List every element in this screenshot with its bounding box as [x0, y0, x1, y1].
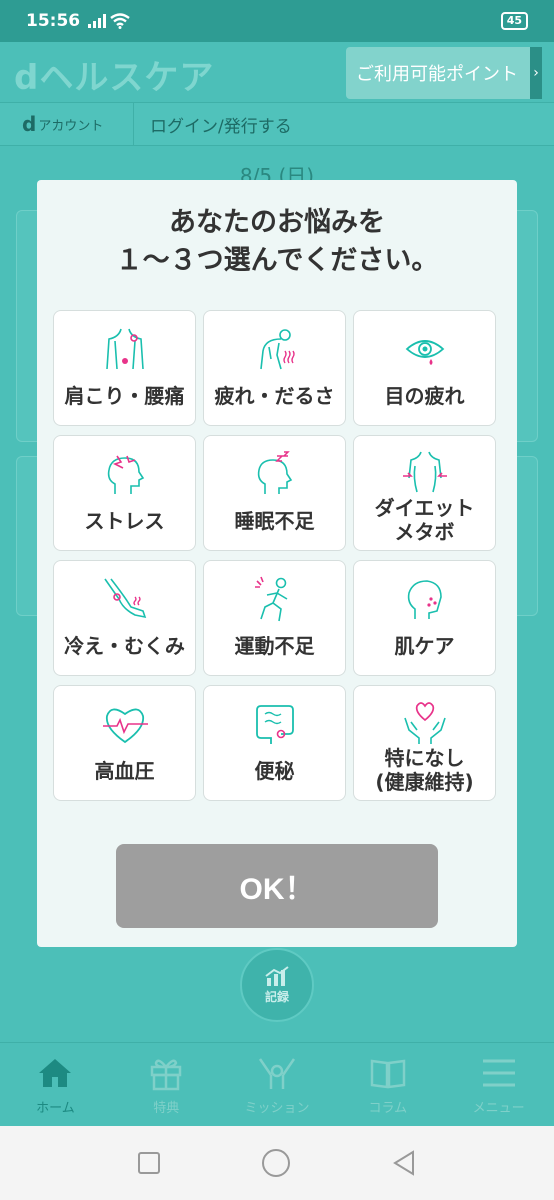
option-label: 肌ケア: [394, 634, 455, 658]
nav-menu-label: メニュー: [472, 1101, 525, 1116]
option-label: 高血圧: [94, 759, 155, 783]
chart-icon: [265, 965, 289, 986]
recents-icon[interactable]: [137, 1151, 161, 1175]
option-none-maintain-health[interactable]: 特になし (健康維持): [353, 685, 496, 801]
option-label: 便秘: [254, 759, 295, 783]
option-label: 特になし (健康維持): [375, 746, 474, 794]
app-header: dヘルスケア ご利用可能ポイント ›: [0, 42, 554, 102]
ok-button[interactable]: OK！: [116, 844, 438, 928]
system-navigation-bar: [0, 1126, 554, 1200]
nav-home[interactable]: ホーム: [0, 1043, 111, 1126]
nav-menu[interactable]: メニュー: [443, 1043, 554, 1126]
account-bar: d アカウント ログイン/発行する: [0, 102, 554, 146]
option-label: 冷え・むくみ: [64, 634, 185, 658]
gift-icon: [150, 1059, 182, 1091]
wifi-icon: [110, 13, 130, 29]
status-time: 15:56: [26, 11, 81, 31]
book-icon: [370, 1059, 406, 1089]
available-points-label: ご利用可能ポイント: [356, 64, 518, 85]
battery-icon: 45: [500, 12, 528, 30]
app-logo: dヘルスケア: [14, 58, 215, 98]
nav-benefits[interactable]: 特典: [111, 1043, 222, 1126]
eye-strain-icon: [405, 340, 444, 365]
stress-icon: [107, 455, 144, 494]
menu-icon: [482, 1059, 515, 1087]
nav-column-label: コラム: [368, 1101, 408, 1116]
nav-column[interactable]: コラム: [332, 1043, 443, 1126]
option-eye-strain[interactable]: 目の疲れ: [353, 310, 496, 426]
intestine-icon: [255, 705, 294, 744]
record-button[interactable]: 記録: [240, 948, 314, 1022]
option-cold-swelling[interactable]: 冷え・むくみ: [53, 560, 196, 676]
heart-pulse-icon: [102, 708, 148, 744]
chevron-right-icon: ›: [530, 47, 542, 99]
option-label: 疲れ・だるさ: [214, 384, 335, 408]
available-points-button[interactable]: ご利用可能ポイント ›: [346, 47, 542, 99]
nav-mission[interactable]: ミッション: [222, 1043, 333, 1126]
nav-home-label: ホーム: [36, 1101, 75, 1116]
option-label: 睡眠不足: [234, 509, 315, 533]
running-icon: [254, 576, 287, 622]
option-constipation[interactable]: 便秘: [203, 685, 346, 801]
d-account-logo: d: [22, 112, 37, 136]
concern-selection-dialog: あなたのお悩みを １～３つ選んでください。 肩こり・腰痛 疲れ・だるさ 目の疲れ…: [37, 180, 517, 947]
shoulder-back-pain-icon: [105, 328, 144, 370]
mission-icon: [258, 1058, 296, 1089]
d-account-text: アカウント: [38, 118, 104, 134]
hands-heart-icon: [403, 702, 446, 744]
fatigue-icon: [259, 329, 295, 370]
home-icon: [39, 1059, 72, 1087]
cold-swelling-icon: [103, 578, 146, 619]
dialog-title-line1: あなたのお悩みを: [169, 207, 385, 238]
login-link[interactable]: ログイン/発行する: [134, 112, 292, 137]
dialog-title-line2: １～３つ選んでください。: [115, 245, 439, 276]
option-skin-care[interactable]: 肌ケア: [353, 560, 496, 676]
record-label: 記録: [264, 989, 289, 1004]
option-diet-metabo[interactable]: ダイエット メタボ: [353, 435, 496, 551]
status-bar: 15:56 45: [0, 0, 554, 42]
option-label: 運動不足: [234, 634, 315, 658]
dialog-title: あなたのお悩みを １～３つ選んでください。: [37, 204, 517, 280]
signal-icon: [88, 14, 107, 28]
option-lack-of-exercise[interactable]: 運動不足: [203, 560, 346, 676]
option-fatigue[interactable]: 疲れ・だるさ: [203, 310, 346, 426]
option-label: 目の疲れ: [384, 384, 465, 408]
sleep-icon: [257, 451, 292, 494]
status-icons: [88, 13, 130, 29]
option-stress[interactable]: ストレス: [53, 435, 196, 551]
option-label: ストレス: [84, 509, 165, 533]
nav-benefits-label: 特典: [153, 1101, 180, 1116]
option-label: ダイエット メタボ: [374, 496, 475, 544]
bottom-navigation: ホーム 特典 ミッション コラム メニュー: [0, 1042, 554, 1126]
home-circle-icon[interactable]: [261, 1148, 291, 1178]
skin-care-icon: [407, 580, 442, 619]
d-account-label: d アカウント: [0, 102, 134, 146]
diet-icon: [402, 451, 447, 493]
option-shoulder-back-pain[interactable]: 肩こり・腰痛: [53, 310, 196, 426]
nav-mission-label: ミッション: [244, 1101, 310, 1116]
option-high-blood-pressure[interactable]: 高血圧: [53, 685, 196, 801]
option-label: 肩こり・腰痛: [64, 384, 185, 408]
back-icon[interactable]: [391, 1150, 417, 1176]
option-sleep-deprivation[interactable]: 睡眠不足: [203, 435, 346, 551]
concern-options-grid: 肩こり・腰痛 疲れ・だるさ 目の疲れ ストレス 睡眠不足 ダイエット メタボ 冷…: [53, 310, 501, 801]
